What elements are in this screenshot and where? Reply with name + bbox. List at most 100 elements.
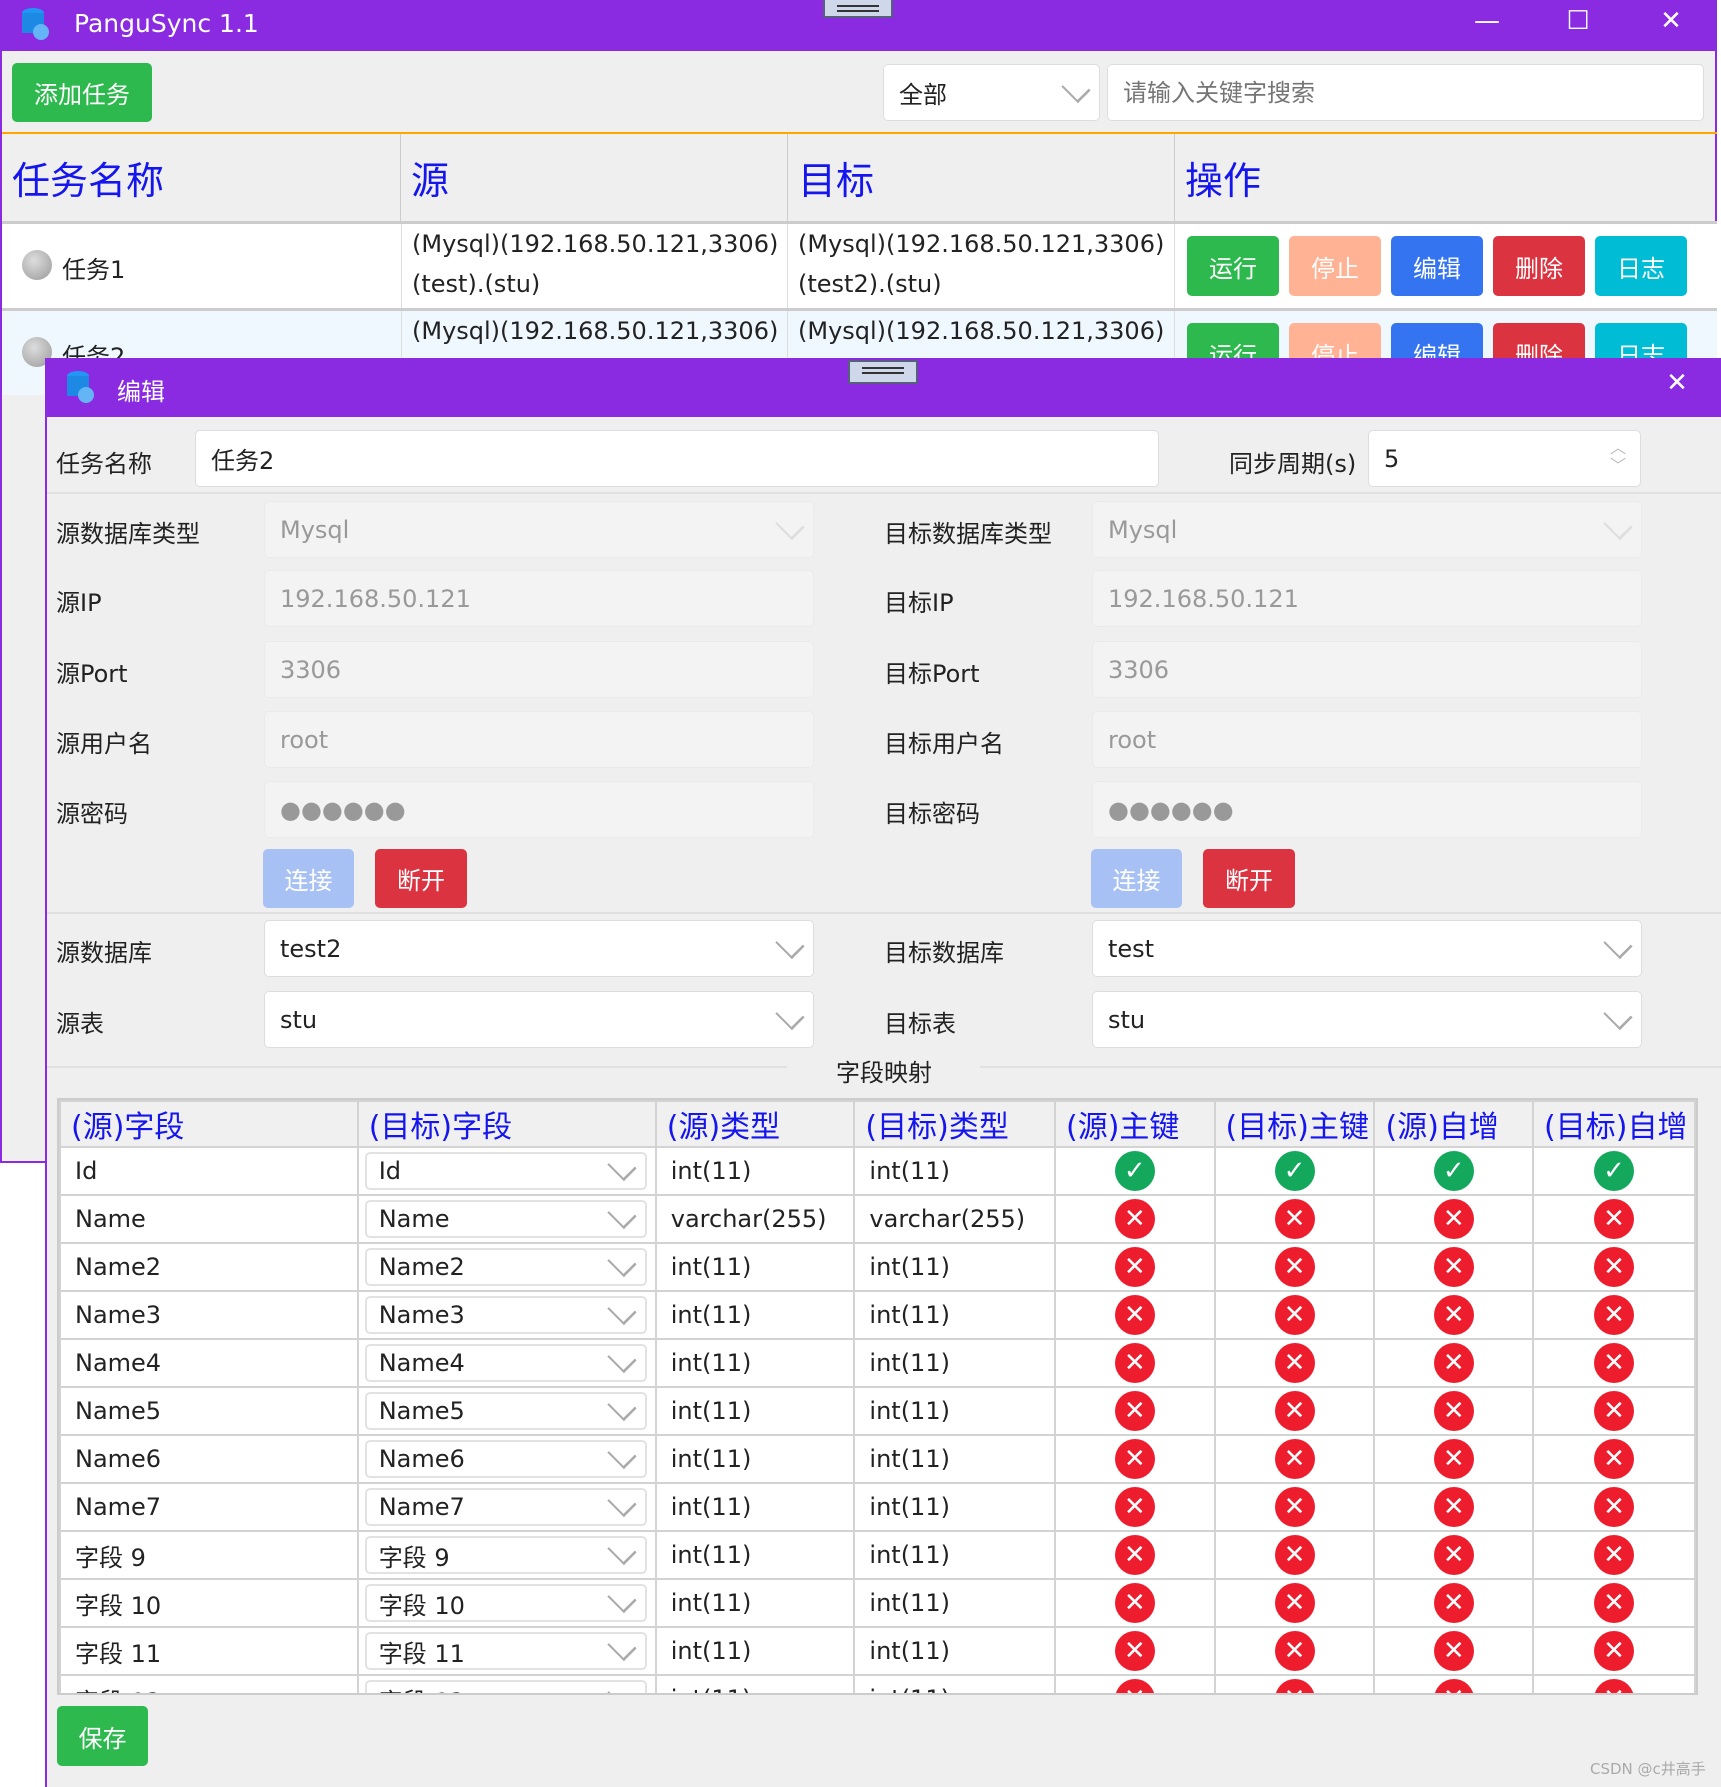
target-field-dropdown[interactable]: Name5	[364, 1391, 647, 1430]
target-type: int(11)	[853, 1146, 1057, 1196]
source-disconnect-button[interactable]: 断开	[375, 849, 467, 908]
filter-dropdown[interactable]: 全部	[883, 64, 1100, 121]
target-type: varchar(255)	[853, 1194, 1057, 1244]
source-connect-button[interactable]: 连接	[263, 849, 354, 908]
divider	[47, 492, 1721, 494]
source-field: Name	[59, 1194, 359, 1244]
dialog-close-button[interactable]: ✕	[1657, 368, 1697, 398]
target-table-value: stu	[1108, 1005, 1146, 1034]
target-field-value: Name6	[378, 1445, 465, 1473]
x-circle-icon: ✕	[1274, 1343, 1315, 1383]
x-circle-icon: ✕	[1114, 1199, 1155, 1239]
task-name-input[interactable]: 任务2	[195, 430, 1159, 487]
target-database-value: test	[1108, 934, 1155, 963]
x-circle-icon: ✕	[1274, 1535, 1315, 1575]
spinner-arrows-icon[interactable]: ︿ ﹀	[1610, 439, 1626, 475]
target-type: int(11)	[853, 1434, 1057, 1484]
mapping-col-header: (源)类型	[654, 1100, 856, 1148]
x-circle-icon: ✕	[1114, 1295, 1155, 1335]
mapping-col-header: (目标)自增	[1532, 1100, 1696, 1148]
chevron-down-icon	[1603, 510, 1633, 540]
source-password-value: ●●●●●●	[280, 795, 406, 824]
target-connect-button[interactable]: 连接	[1091, 849, 1182, 908]
chevron-down-icon	[607, 1247, 637, 1278]
source-type: int(11)	[654, 1434, 856, 1484]
target-username-input: root	[1092, 711, 1642, 768]
search-input[interactable]	[1107, 64, 1704, 121]
target-type: int(11)	[853, 1482, 1057, 1532]
chevron-down-icon	[607, 1487, 637, 1518]
x-circle-icon: ✕	[1433, 1247, 1474, 1287]
target-field-value: 字段 10	[378, 1591, 465, 1620]
target-field-dropdown[interactable]: Name	[364, 1199, 647, 1238]
check-circle-icon: ✓	[1114, 1151, 1155, 1191]
x-circle-icon: ✕	[1594, 1439, 1635, 1479]
divider	[47, 912, 1721, 914]
save-button[interactable]: 保存	[57, 1706, 148, 1766]
table-row[interactable]: 任务1 (Mysql)(192.168.50.121,3306) (test).(…	[2, 221, 1717, 311]
target-table-dropdown[interactable]: stu	[1092, 991, 1642, 1048]
x-circle-icon: ✕	[1594, 1583, 1635, 1623]
target-field-dropdown[interactable]: Id	[364, 1151, 647, 1190]
source-type: int(11)	[654, 1482, 856, 1532]
source-conn: (Mysql)(192.168.50.121,3306)	[412, 317, 779, 345]
target-field-value: Name	[378, 1205, 450, 1233]
period-spinner[interactable]: 5 ︿ ﹀	[1368, 430, 1641, 487]
source-type: varchar(255)	[654, 1194, 856, 1244]
target-field-dropdown[interactable]: Name2	[364, 1247, 647, 1286]
mapping-row: Name4 Name4 int(11) int(11) ✕ ✕ ✕ ✕	[59, 1338, 1696, 1388]
add-task-button[interactable]: 添加任务	[12, 63, 152, 122]
target-field-dropdown[interactable]: 字段 9	[364, 1535, 647, 1574]
source-table-dropdown[interactable]: stu	[264, 991, 814, 1048]
source-conn: (Mysql)(192.168.50.121,3306)	[412, 230, 779, 258]
source-table-value: stu	[280, 1005, 318, 1034]
x-circle-icon: ✕	[1274, 1295, 1315, 1335]
target-field-dropdown[interactable]: Name3	[364, 1295, 647, 1334]
target-field-dropdown[interactable]: 字段 12	[364, 1679, 647, 1693]
source-field: Name6	[59, 1434, 359, 1484]
mapping-col-header: (目标)字段	[356, 1100, 657, 1148]
target-field-value: 字段 11	[378, 1639, 465, 1668]
x-circle-icon: ✕	[1114, 1535, 1155, 1575]
mapping-col-header: (目标)类型	[853, 1100, 1057, 1148]
source-type: int(11)	[654, 1242, 856, 1292]
drag-handle[interactable]	[848, 360, 918, 384]
filter-value: 全部	[899, 81, 947, 109]
check-circle-icon: ✓	[1594, 1151, 1635, 1191]
source-field: 字段 12	[59, 1674, 359, 1693]
target-disconnect-button[interactable]: 断开	[1203, 849, 1295, 908]
source-table-label: 源表	[56, 1010, 104, 1038]
x-circle-icon: ✕	[1594, 1343, 1635, 1383]
chevron-down-icon	[607, 1583, 637, 1614]
target-field-dropdown[interactable]: 字段 11	[364, 1631, 647, 1670]
target-field-dropdown[interactable]: Name6	[364, 1439, 647, 1478]
run-button[interactable]: 运行	[1187, 236, 1279, 296]
source-username-label: 源用户名	[56, 730, 152, 758]
target-database-dropdown[interactable]: test	[1092, 920, 1642, 977]
x-circle-icon: ✕	[1594, 1391, 1635, 1431]
x-circle-icon: ✕	[1433, 1343, 1474, 1383]
x-circle-icon: ✕	[1114, 1247, 1155, 1287]
source-field: 字段 11	[59, 1626, 359, 1676]
close-button[interactable]: ✕	[1651, 6, 1691, 36]
x-circle-icon: ✕	[1433, 1295, 1474, 1335]
target-field-value: 字段 9	[378, 1543, 450, 1572]
log-button[interactable]: 日志	[1595, 236, 1687, 296]
target-field-value: Name5	[378, 1397, 465, 1425]
target-field-dropdown[interactable]: Name7	[364, 1487, 647, 1526]
source-ip-value: 192.168.50.121	[280, 584, 471, 613]
source-type: int(11)	[654, 1338, 856, 1388]
maximize-button[interactable]: ☐	[1558, 6, 1598, 36]
drag-handle[interactable]	[823, 0, 893, 18]
edit-button[interactable]: 编辑	[1391, 236, 1483, 296]
stop-button[interactable]: 停止	[1289, 236, 1381, 296]
target-field-dropdown[interactable]: 字段 10	[364, 1583, 647, 1622]
delete-button[interactable]: 删除	[1493, 236, 1585, 296]
minimize-button[interactable]: —	[1467, 6, 1507, 36]
period-value: 5	[1384, 444, 1400, 473]
target-field-dropdown[interactable]: Name4	[364, 1343, 647, 1382]
x-circle-icon: ✕	[1594, 1487, 1635, 1527]
task-name: 任务1	[62, 256, 126, 284]
x-circle-icon: ✕	[1594, 1535, 1635, 1575]
source-database-dropdown[interactable]: test2	[264, 920, 814, 977]
